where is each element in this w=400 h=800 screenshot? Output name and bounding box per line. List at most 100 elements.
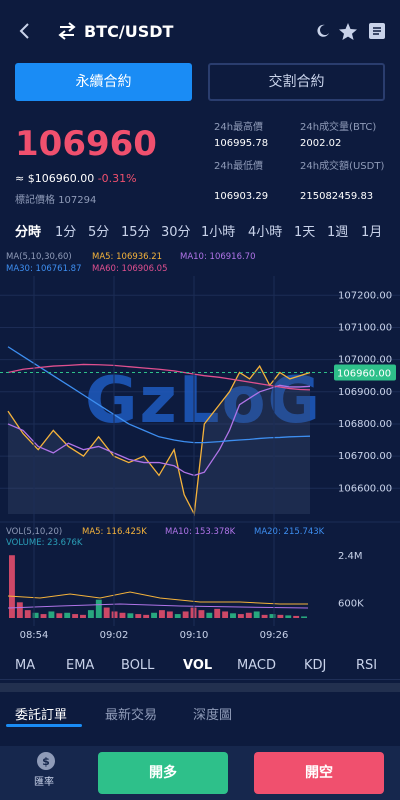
volume-bar (245, 612, 252, 618)
mark-price-value: 107294 (58, 195, 97, 206)
indicator-tabs: MA EMA BOLL VOL MACD KDJ RSI (0, 654, 400, 680)
moon-icon[interactable] (316, 24, 330, 38)
subtab-depth[interactable]: 深度圖 (193, 704, 232, 723)
indicator-tab[interactable]: RSI (356, 658, 377, 673)
top-bar: BTC/USDT (0, 0, 400, 62)
price-change: -0.31% (97, 172, 137, 185)
volume-bar (261, 614, 268, 618)
star-icon[interactable] (339, 23, 357, 40)
svg-text:$: $ (42, 755, 50, 768)
volume-bar (174, 614, 181, 618)
low-value: 106903.29 (214, 191, 269, 202)
dollar-coin-icon[interactable]: $ (37, 752, 55, 770)
time-axis-label: 08:54 (20, 630, 49, 641)
open-long-button[interactable]: 開多 (98, 752, 228, 794)
period-tab[interactable]: 1小時 (201, 221, 235, 240)
price-axis-label: 106600.00 (338, 483, 392, 494)
approx-usd-value: ≈ $106960.00 (15, 172, 95, 185)
volume-bar (301, 616, 307, 618)
vol-ma10-legend: MA10: 153.378K (165, 527, 236, 537)
volume-bar (48, 611, 55, 618)
volume-bar (214, 608, 221, 618)
vol-ma5-line (7, 591, 308, 605)
bottom-action-bar: $ 匯率 開多 開空 (0, 746, 400, 800)
document-icon[interactable] (369, 23, 385, 39)
volume-bar (16, 602, 23, 618)
tab-delivery[interactable]: 交割合約 (208, 63, 385, 101)
period-tab[interactable]: 5分 (88, 221, 109, 240)
open-short-button[interactable]: 開空 (254, 752, 384, 794)
volume-bar (159, 610, 165, 618)
volume-bar (40, 614, 47, 618)
volume-bar (95, 599, 102, 618)
vol-ma10-line (7, 603, 309, 609)
volume-btc-label: 24h成交量(BTC) (300, 122, 377, 133)
section-divider (0, 683, 400, 692)
volume-bar (24, 610, 31, 618)
volume-axis-label: 600K (338, 598, 364, 609)
indicator-tab[interactable]: BOLL (121, 658, 154, 673)
period-tab[interactable]: 30分 (161, 221, 191, 240)
swap-icon[interactable] (58, 21, 76, 41)
current-price-tag: 106960.00 (337, 368, 391, 379)
indicator-tab[interactable]: KDJ (304, 658, 326, 673)
pair-title[interactable]: BTC/USDT (84, 22, 173, 41)
price-chart[interactable]: 107200.00 107100.00 107000.00 106900.00 1068… (0, 246, 400, 646)
period-tab[interactable]: 1月 (361, 221, 382, 240)
period-tab[interactable]: 4小時 (248, 221, 282, 240)
volume-bar (237, 614, 244, 618)
volume-bar (56, 613, 63, 618)
price-axis-label: 106800.00 (338, 419, 392, 430)
period-tab[interactable]: 分時 (15, 221, 41, 240)
period-selector: 分時 1分 5分 15分 30分 1小時 4小時 1天 1週 1月 (0, 216, 400, 242)
ma5-legend: MA5: 106936.21 (92, 252, 163, 262)
time-axis-label: 09:02 (100, 630, 129, 641)
volume-legend: VOLUME: 23.676K (6, 538, 83, 548)
period-tab[interactable]: 1天 (294, 221, 315, 240)
ma60-legend: MA60: 106906.05 (92, 264, 168, 274)
volume-bar (64, 612, 71, 618)
volume-bar (222, 611, 229, 618)
volume-bar (253, 611, 260, 618)
indicator-tab[interactable]: VOL (183, 658, 212, 673)
tab-perpetual[interactable]: 永續合約 (15, 63, 192, 101)
time-axis-label: 09:26 (260, 630, 289, 641)
period-tab[interactable]: 1週 (327, 221, 348, 240)
price-axis-label: 107000.00 (338, 355, 392, 366)
low-label: 24h最低價 (214, 161, 264, 172)
volume-bar (151, 612, 157, 618)
price-axis-label: 106700.00 (338, 451, 392, 462)
volume-bar (127, 613, 134, 618)
indicator-tab[interactable]: MACD (237, 658, 276, 673)
volume-bar (230, 613, 236, 618)
subtab-orders[interactable]: 委託訂單 (15, 704, 67, 723)
volume-bar (269, 614, 276, 618)
indicator-tab[interactable]: EMA (66, 658, 94, 673)
subtab-latest-trades[interactable]: 最新交易 (105, 704, 157, 723)
approx-usd: ≈ $106960.00 -0.31% (15, 172, 137, 185)
indicator-tab[interactable]: MA (15, 658, 35, 673)
period-tab[interactable]: 1分 (55, 221, 76, 240)
volume-bar (293, 615, 300, 618)
period-tab[interactable]: 15分 (121, 221, 151, 240)
active-tab-indicator (6, 724, 82, 727)
volume-usdt-value: 215082459.83 (300, 191, 374, 202)
ma30-legend: MA30: 106761.87 (6, 264, 82, 274)
exchange-rate-label[interactable]: 匯率 (34, 773, 54, 788)
back-arrow-icon[interactable] (16, 20, 34, 42)
volume-bar (119, 612, 126, 618)
last-price: 106960 (15, 124, 157, 164)
volume-bar (182, 611, 189, 618)
volume-axis-label: 2.4M (338, 551, 363, 562)
high-value: 106995.78 (214, 138, 269, 149)
volume-bar (80, 614, 86, 618)
high-label: 24h最高價 (214, 122, 264, 133)
ma10-legend: MA10: 106916.70 (180, 252, 256, 262)
order-subtabs: 委託訂單 最新交易 深度圖 (0, 694, 400, 744)
vol-ma20-legend: MA20: 215.743K (254, 527, 325, 537)
volume-bar (143, 614, 150, 618)
volume-bar (72, 614, 79, 618)
chart-area[interactable]: 107200.00 107100.00 107000.00 106900.00 1068… (0, 246, 400, 646)
volume-bar (277, 614, 284, 618)
time-axis-label: 09:10 (180, 630, 209, 641)
